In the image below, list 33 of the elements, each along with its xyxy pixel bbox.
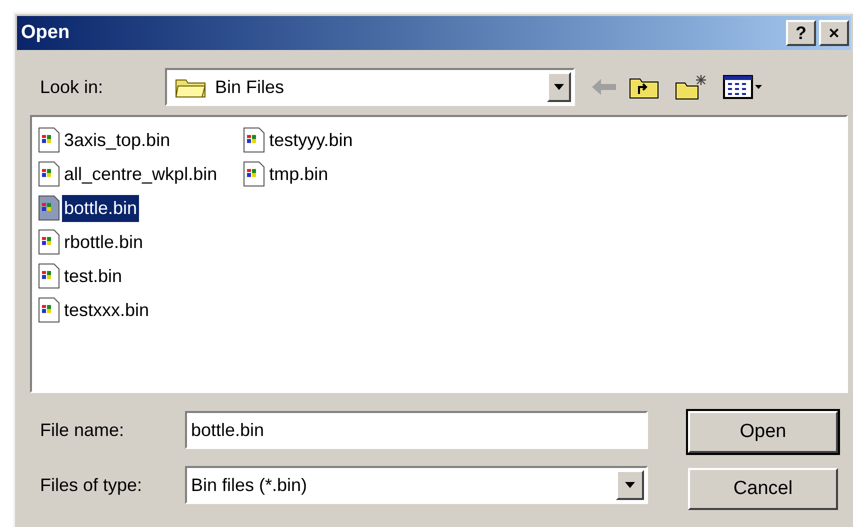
file-icon (38, 263, 60, 289)
cancel-button[interactable]: Cancel (688, 468, 838, 510)
file-item[interactable]: tmp.bin (243, 157, 355, 191)
file-icon (38, 229, 60, 255)
file-icon (38, 297, 60, 323)
file-name-label: File name: (40, 418, 126, 442)
caret-icon (624, 481, 636, 489)
look-in-label: Look in: (40, 76, 104, 98)
look-in-dropdown[interactable]: Bin Files (165, 68, 575, 106)
help-button[interactable]: ? (786, 20, 816, 46)
file-icon (38, 127, 60, 153)
file-icon (38, 195, 60, 221)
file-item[interactable]: testxxx.bin (38, 293, 220, 327)
view-menu-icon[interactable] (723, 75, 763, 99)
file-type-label: Files of type: (40, 474, 144, 497)
file-icon (243, 161, 266, 187)
file-item[interactable]: 3axis_top.bin (38, 123, 220, 157)
file-item[interactable]: bottle.bin (38, 191, 220, 225)
file-name-field[interactable]: bottle.bin (185, 411, 648, 449)
file-item[interactable]: all_centre_wkpl.bin (38, 157, 220, 191)
file-type-dropdown[interactable]: Bin files (*.bin) (185, 466, 648, 504)
file-icon (243, 127, 266, 153)
file-icon (38, 161, 60, 187)
dropdown-button[interactable] (616, 470, 644, 500)
file-item[interactable]: test.bin (38, 259, 220, 293)
caret-icon (553, 83, 565, 91)
dropdown-button[interactable] (547, 72, 571, 102)
open-button[interactable]: Open (688, 411, 838, 453)
file-item[interactable]: testyyy.bin (243, 123, 355, 157)
new-folder-icon[interactable] (675, 74, 707, 100)
window-title: Open (21, 20, 70, 45)
file-item[interactable]: rbottle.bin (38, 225, 220, 259)
close-button[interactable]: × (819, 20, 849, 46)
